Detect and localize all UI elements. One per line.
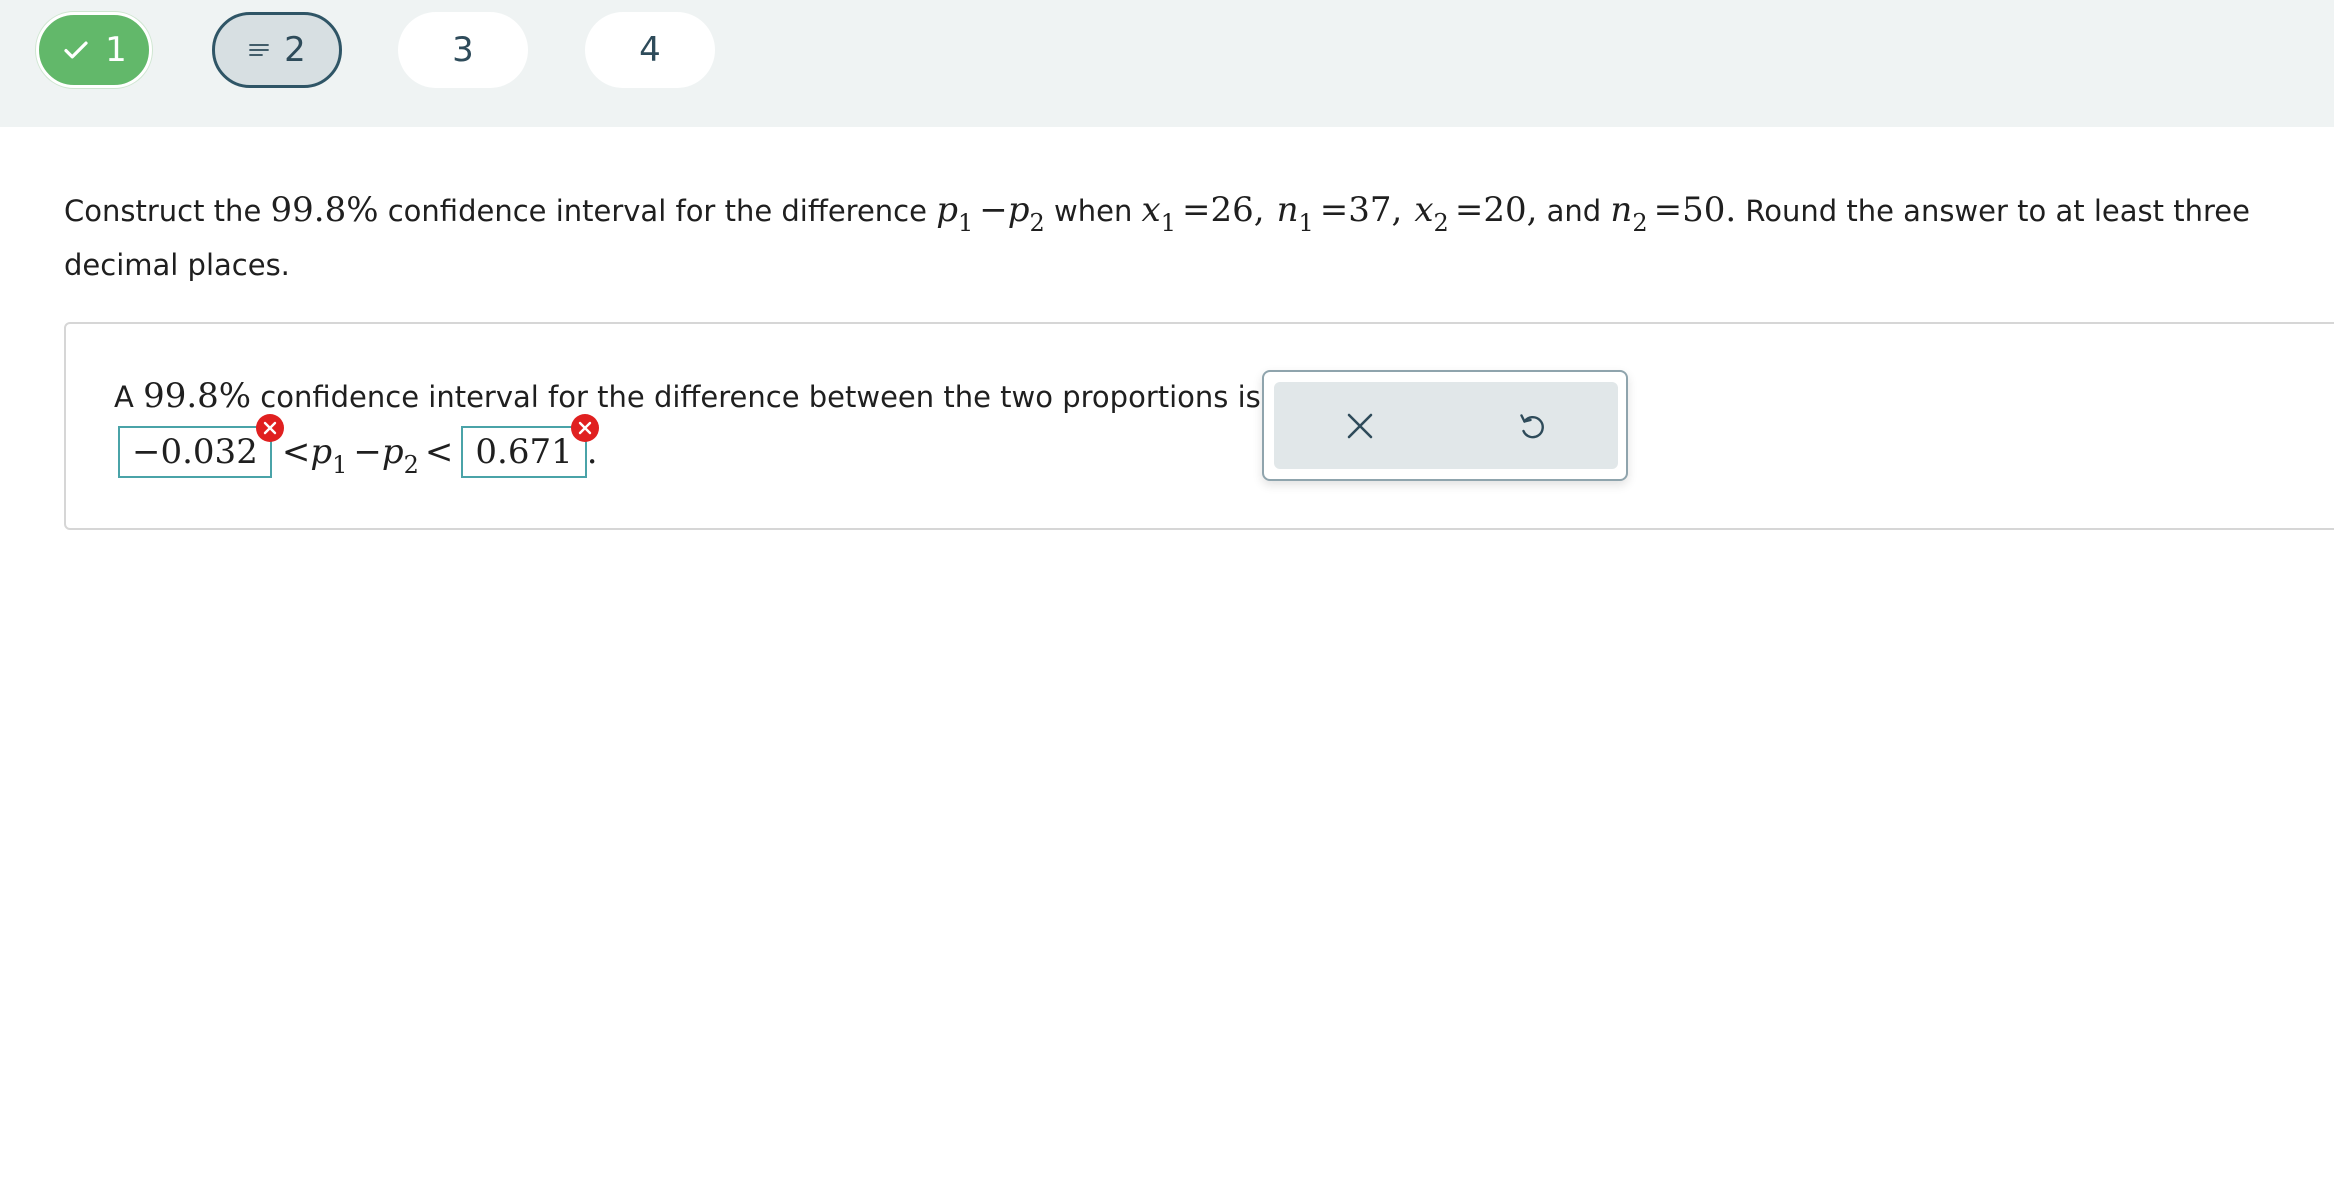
n2-value: 50. [1682,190,1737,230]
question-3-button[interactable]: 3 [398,12,528,88]
inequality-expression: <p1 −p2 < [281,432,454,479]
list-lines-icon [249,44,270,56]
x2-value: 20, [1483,190,1538,230]
question-1-button[interactable]: 1 [36,12,152,88]
undo-button[interactable] [1446,382,1618,469]
upper-bound-input[interactable]: 0.671 [461,414,599,478]
incorrect-icon [255,414,284,442]
question-1-label: 1 [105,30,127,70]
answer-area: A 99.8% confidence interval for the diff… [64,322,2334,530]
check-icon [64,41,88,59]
question-2-label: 2 [284,30,306,70]
confidence-level: 99.8% [270,190,379,230]
question-2-button[interactable]: 2 [212,12,342,88]
question-3-label: 3 [452,30,474,70]
lower-bound-input[interactable]: −0.032 [118,414,284,478]
clear-button[interactable] [1274,382,1446,469]
x1-value: 26, [1210,190,1265,230]
answer-statement: A 99.8% confidence interval for the diff… [114,376,1261,416]
question-nav-bar: 1 2 3 4 [0,0,2334,127]
incorrect-icon [570,414,599,442]
question-text: Construct the 99.8% confidence interval … [64,190,2250,282]
undo-icon [1520,413,1544,438]
question-4-button[interactable]: 4 [585,12,715,88]
answer-tools-panel [1262,370,1628,481]
close-icon [1347,413,1373,438]
n1-value: 37, [1348,190,1403,230]
interval-expression: −0.032 <p1 −p2 < 0.671 . [118,414,599,480]
question-4-label: 4 [639,30,661,70]
